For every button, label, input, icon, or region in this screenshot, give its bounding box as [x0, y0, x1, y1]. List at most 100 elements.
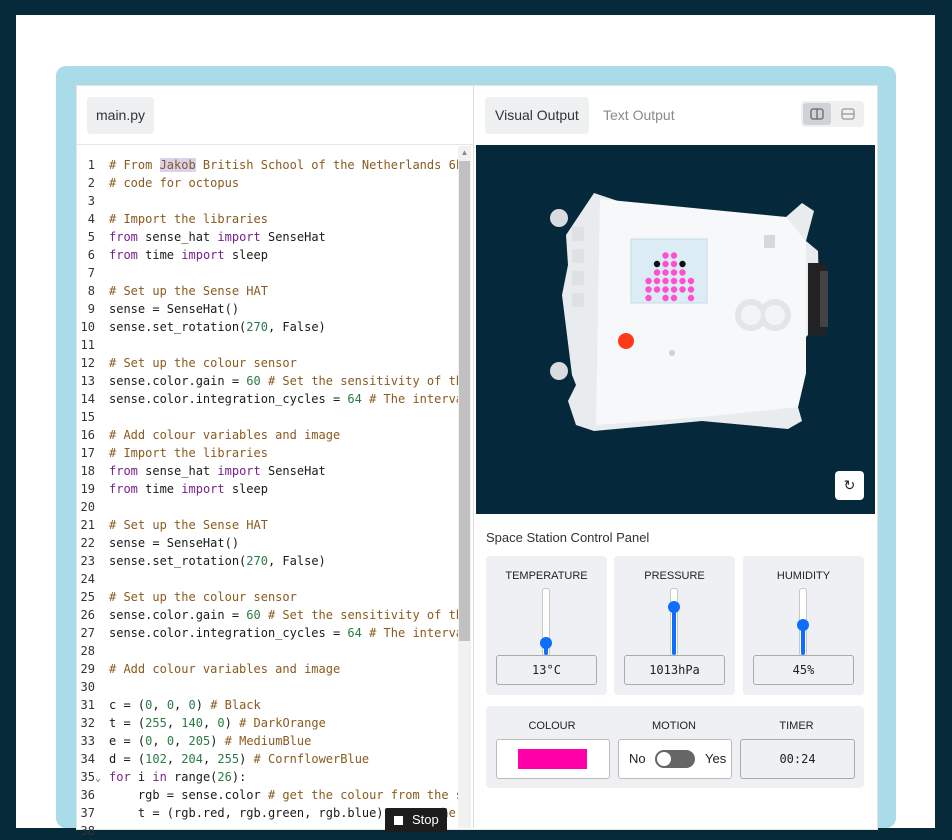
code-text: # Add colour variables and image — [109, 428, 341, 442]
motion-field: No Yes — [618, 739, 732, 779]
code-line[interactable]: 1 # From Jakob British School of the Neth… — [77, 156, 463, 174]
code-line[interactable]: 31 c = (0, 0, 0) # Black — [77, 696, 261, 714]
code-line[interactable]: 30 — [77, 678, 109, 696]
code-line[interactable]: 19 from time import sleep — [77, 480, 268, 498]
line-number: 3 — [87, 194, 95, 208]
code-line[interactable]: 9 sense = SenseHat() — [77, 300, 239, 318]
reset-orientation-button[interactable]: ↻ — [835, 471, 864, 500]
line-number: 35 — [80, 770, 95, 784]
code-line[interactable]: 5 from sense_hat import SenseHat — [77, 228, 326, 246]
code-line[interactable]: 18 from sense_hat import SenseHat — [77, 462, 326, 480]
code-text: t = (255, 140, 0) # DarkOrange — [109, 716, 326, 730]
stop-button[interactable]: Stop — [385, 808, 447, 832]
tab-text-output[interactable]: Text Output — [593, 97, 685, 134]
code-line[interactable]: 23 sense.set_rotation(270, False) — [77, 552, 326, 570]
code-line[interactable]: 15 — [77, 408, 109, 426]
code-line[interactable]: 4 # Import the libraries — [77, 210, 268, 228]
led-pixel — [653, 277, 661, 285]
led-pixel — [670, 260, 678, 268]
line-number: 22 — [80, 536, 95, 550]
code-text: sense.color.gain = 60 # Set the sensitiv… — [109, 374, 464, 388]
code-line[interactable]: 2 # code for octopus — [77, 174, 239, 192]
code-line[interactable]: 13 sense.color.gain = 60 # Set the sensit… — [77, 372, 464, 390]
line-number: 4 — [87, 212, 95, 226]
code-line[interactable]: 22 sense = SenseHat() — [77, 534, 240, 552]
code-line[interactable]: 21 # Set up the Sense HAT — [77, 516, 268, 534]
sensor-slider[interactable] — [668, 588, 680, 656]
code-text: # Import the libraries — [109, 212, 268, 226]
code-line[interactable]: 17 # Import the libraries — [77, 444, 268, 462]
colour-picker[interactable] — [496, 739, 610, 779]
editor-scroll-thumb[interactable] — [459, 161, 470, 641]
line-number: 19 — [80, 482, 95, 496]
code-line[interactable]: 32 t = (255, 140, 0) # DarkOrange — [77, 714, 326, 732]
colour-label: COLOUR — [528, 720, 576, 732]
split-horizontal-button[interactable] — [834, 103, 862, 125]
code-line[interactable]: 24 — [77, 570, 109, 588]
motion-toggle[interactable] — [655, 750, 695, 768]
line-number: 9 — [87, 302, 95, 316]
led-pixel — [687, 277, 695, 285]
code-text: e = (0, 0, 205) # MediumBlue — [109, 734, 312, 748]
code-line[interactable]: 29 # Add colour variables and image — [77, 660, 341, 678]
code-line[interactable]: 20 — [77, 498, 109, 516]
sensor-slider[interactable] — [797, 588, 809, 656]
split-vertical-button[interactable] — [803, 103, 831, 125]
code-line[interactable]: 12 # Set up the colour sensor — [77, 354, 297, 372]
code-line[interactable]: 3 — [77, 192, 109, 210]
code-line[interactable]: 36 rgb = sense.color # get the colour fr… — [77, 786, 463, 804]
stop-icon — [394, 816, 403, 825]
sensor-slider[interactable] — [540, 588, 552, 656]
code-line[interactable]: 6 from time import sleep — [77, 246, 268, 264]
code-text: for i in range(26): — [109, 770, 247, 784]
line-number: 8 — [87, 284, 95, 298]
led-pixel — [662, 294, 669, 302]
code-text: from time import sleep — [109, 482, 268, 496]
led-pixel — [687, 294, 695, 302]
file-tab-main[interactable]: main.py — [87, 97, 155, 134]
refresh-icon: ↻ — [843, 477, 856, 493]
code-line[interactable]: 11 — [77, 336, 109, 354]
led-pixel — [687, 286, 695, 293]
code-line[interactable]: 10 sense.set_rotation(270, False) — [77, 318, 326, 336]
yaw-readout: YAW: 342 — [735, 538, 798, 554]
code-text: from time import sleep — [109, 248, 268, 262]
led-pixel — [662, 286, 669, 293]
slider-thumb[interactable] — [668, 601, 680, 614]
code-line[interactable]: 8 # Set up the Sense HAT — [77, 282, 268, 300]
line-number: 23 — [80, 554, 95, 568]
code-text: from sense_hat import SenseHat — [109, 230, 326, 244]
sensor-value: 13°C — [496, 655, 597, 685]
code-line[interactable]: 25 # Set up the colour sensor — [77, 588, 297, 606]
line-number: 12 — [80, 356, 95, 370]
code-line[interactable]: 33 e = (0, 0, 205) # MediumBlue — [77, 732, 312, 750]
code-line[interactable]: 34 d = (102, 204, 255) # CornflowerBlue — [77, 750, 370, 768]
led-pixel — [653, 260, 661, 268]
slider-thumb[interactable] — [540, 637, 552, 650]
slider-thumb[interactable] — [797, 619, 809, 632]
line-number: 34 — [80, 752, 95, 766]
code-line[interactable]: 7 — [77, 264, 109, 282]
line-number: 31 — [80, 698, 95, 712]
line-number: 6 — [87, 248, 95, 262]
code-line[interactable]: 28 — [77, 642, 109, 660]
scroll-up-arrow-icon[interactable]: ▲ — [458, 148, 471, 158]
line-number: 15 — [80, 410, 95, 424]
line-number: 1 — [87, 158, 95, 172]
code-line[interactable]: 16 # Add colour variables and image — [77, 426, 341, 444]
sense-hat-visualisation[interactable]: ROLL: 359 PITCH: 95 YAW: 342 — [476, 145, 875, 554]
code-line[interactable]: 26 sense.color.gain = 60 # Set the sensit… — [77, 606, 464, 624]
code-line[interactable]: 14 sense.color.integration_cycles = 64 # … — [77, 390, 463, 408]
led-pixel — [679, 277, 686, 285]
lower-controls: COLOUR MOTION TIMER No Yes 00:24 — [486, 706, 864, 788]
code-line[interactable]: 35⌄ for i in range(26): — [77, 768, 247, 786]
code-line[interactable]: 38 — [77, 822, 109, 840]
line-number: 11 — [80, 338, 95, 352]
code-text: # Set up the colour sensor — [109, 356, 297, 370]
code-line[interactable]: 27 sense.color.integration_cycles = 64 # … — [77, 624, 463, 642]
motion-label: MOTION — [652, 720, 696, 732]
tab-visual-output[interactable]: Visual Output — [485, 97, 589, 134]
led-pixel — [670, 269, 678, 276]
line-number: 30 — [80, 680, 95, 694]
sensor-box: HUMIDITY 45% — [743, 556, 864, 695]
